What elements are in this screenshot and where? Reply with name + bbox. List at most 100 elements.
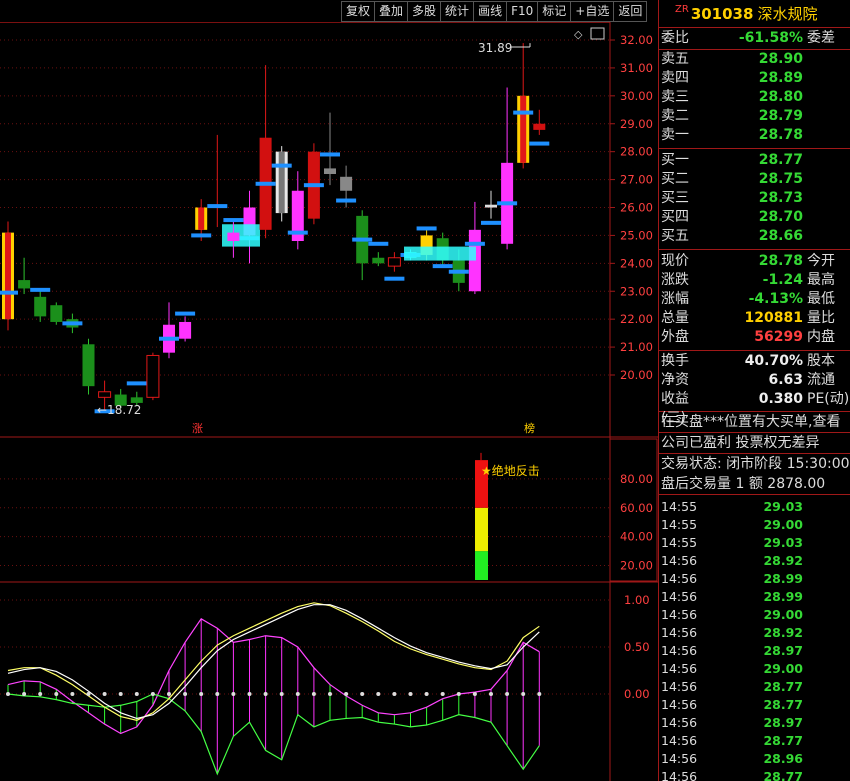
price-tick: 23.00 xyxy=(620,284,653,298)
indicator-segment xyxy=(475,551,488,580)
quote-right-label: 量比 xyxy=(807,310,835,326)
tick-time: 14:56 xyxy=(661,643,698,658)
trade-status-value: 闭市阶段 xyxy=(726,456,783,472)
candle xyxy=(0,221,18,331)
toolbar-button-2[interactable]: 多股 xyxy=(407,1,442,22)
quote-label: 现价 xyxy=(661,253,689,269)
tick-row: 14:55 29.00 xyxy=(659,516,850,534)
weicha-label: 委差 xyxy=(807,30,835,46)
weibi-row: 委比 -61.58% 委差 xyxy=(659,28,850,50)
after-hours-amount: 2878.00 xyxy=(767,476,826,492)
bids-row: 买三 28.73 xyxy=(659,189,850,208)
tick-price: 29.03 xyxy=(763,499,803,514)
candle xyxy=(513,43,534,169)
stats-label: 净资 xyxy=(661,372,689,388)
cost-marker xyxy=(368,241,389,246)
zero-dot xyxy=(183,692,188,696)
tick-price: 28.77 xyxy=(763,697,803,712)
cost-marker xyxy=(287,230,308,235)
cost-marker xyxy=(513,110,534,115)
cost-marker xyxy=(126,381,147,386)
toolbar-button-1[interactable]: 叠加 xyxy=(374,1,409,22)
zero-dot xyxy=(167,692,171,696)
tick-price: 28.77 xyxy=(763,769,803,781)
indicator-signal-label: ★绝地反击 xyxy=(481,463,540,478)
bids-label: 买一 xyxy=(661,152,689,168)
bids-value: 28.66 xyxy=(758,228,803,244)
quote-label: 外盘 xyxy=(661,329,689,345)
zero-dot xyxy=(231,692,236,696)
candle xyxy=(50,302,63,325)
tick-row: 14:56 28.97 xyxy=(659,642,850,660)
tick-time: 14:56 xyxy=(661,751,698,766)
stats-label: 收益(三) xyxy=(661,391,689,426)
tick-price: 28.77 xyxy=(763,679,803,694)
toolbar-button-6[interactable]: 标记 xyxy=(537,1,572,22)
cost-marker xyxy=(207,204,228,209)
notice-1[interactable]: 在买盘***位置有大买单,查看 xyxy=(659,412,850,433)
bids-row: 买四 28.70 xyxy=(659,208,850,227)
stock-prefix: ZR xyxy=(675,4,689,15)
zero-dot xyxy=(376,692,381,696)
stock-code: 301038 xyxy=(690,4,754,23)
price-tick: 24.00 xyxy=(620,256,653,270)
cost-marker xyxy=(159,336,179,341)
cost-marker xyxy=(62,321,83,326)
zero-dot xyxy=(440,692,445,696)
asks-label: 卖二 xyxy=(661,108,689,124)
tick-list[interactable]: 14:55 29.03 14:55 29.00 14:55 29.03 14:56 28.92… xyxy=(659,495,850,781)
tick-time: 14:55 xyxy=(661,499,698,514)
toolbar-button-0[interactable]: 复权 xyxy=(341,1,376,22)
price-tick: 29.00 xyxy=(620,117,653,131)
tick-time: 14:56 xyxy=(661,733,698,748)
asks-row: 卖四 28.89 xyxy=(659,69,850,88)
zero-dot xyxy=(70,692,75,696)
tick-time: 14:56 xyxy=(661,625,698,640)
asks-value: 28.89 xyxy=(758,70,803,86)
bids-value: 28.70 xyxy=(758,209,803,225)
chart-area[interactable]: 32.00 31.00 30.00 29.00 28.00 27.00 26.00 25.00… xyxy=(0,0,658,781)
asks-value: 28.78 xyxy=(758,127,803,143)
zero-dot xyxy=(505,692,510,696)
indicator-tick: 40.00 xyxy=(620,530,653,544)
price-tick: 20.00 xyxy=(620,368,653,382)
toolbar-button-4[interactable]: 画线 xyxy=(473,1,508,22)
cost-marker xyxy=(416,226,437,231)
bid-list: 买一 28.77 买二 28.75 买三 28.73 买四 28.70 买五 28.66 xyxy=(659,149,850,250)
marker-bang: 榜 xyxy=(524,421,535,435)
toolbar-button-8[interactable]: 返回 xyxy=(613,1,648,22)
stats-right-label: 股本 xyxy=(807,353,835,369)
cost-marker xyxy=(175,311,196,316)
bids-row: 买五 28.66 xyxy=(659,227,850,246)
candle xyxy=(82,338,95,395)
quote-right-label: 最高 xyxy=(807,272,835,288)
after-hours-volume: 1 xyxy=(735,476,745,492)
asks-value: 28.79 xyxy=(758,108,803,124)
low-price-label: ←18.72 xyxy=(97,403,141,417)
cost-marker xyxy=(464,241,485,246)
cost-marker xyxy=(30,287,51,292)
toolbar: 复权 叠加 多股 统计 画线 F10 标记 +自选 返回 xyxy=(341,1,648,22)
toolbar-button-7[interactable]: +自选 xyxy=(570,1,615,22)
tick-time: 14:56 xyxy=(661,607,698,622)
scroll-box-icon[interactable] xyxy=(590,27,605,40)
tick-row: 14:56 28.77 xyxy=(659,678,850,696)
bids-label: 买四 xyxy=(661,209,689,225)
toolbar-button-3[interactable]: 统计 xyxy=(440,1,475,22)
oscillator-tick: 1.00 xyxy=(624,593,650,607)
quote-label: 涨跌 xyxy=(661,272,689,288)
stats-value: 40.70% xyxy=(744,353,803,369)
tick-price: 28.97 xyxy=(763,643,803,658)
asks-value: 28.80 xyxy=(758,89,803,105)
asks-label: 卖一 xyxy=(661,127,689,143)
quote-value: -4.13% xyxy=(748,291,803,307)
quote-row: 涨跌 -1.24 最高 xyxy=(659,271,850,290)
quote-value: 28.78 xyxy=(758,253,803,269)
trade-status: 交易状态: 闭市阶段 15:30:00 xyxy=(659,454,850,474)
quote-list: 现价 28.78 今开 涨跌 -1.24 最高 涨幅 -4.13% 最低 总量 120881 量比 外盘… xyxy=(659,250,850,351)
quote-label: 涨幅 xyxy=(661,291,689,307)
toolbar-button-5[interactable]: F10 xyxy=(506,1,539,22)
zero-dot xyxy=(22,692,27,696)
tick-time: 14:55 xyxy=(661,535,698,550)
tick-price: 28.97 xyxy=(763,715,803,730)
